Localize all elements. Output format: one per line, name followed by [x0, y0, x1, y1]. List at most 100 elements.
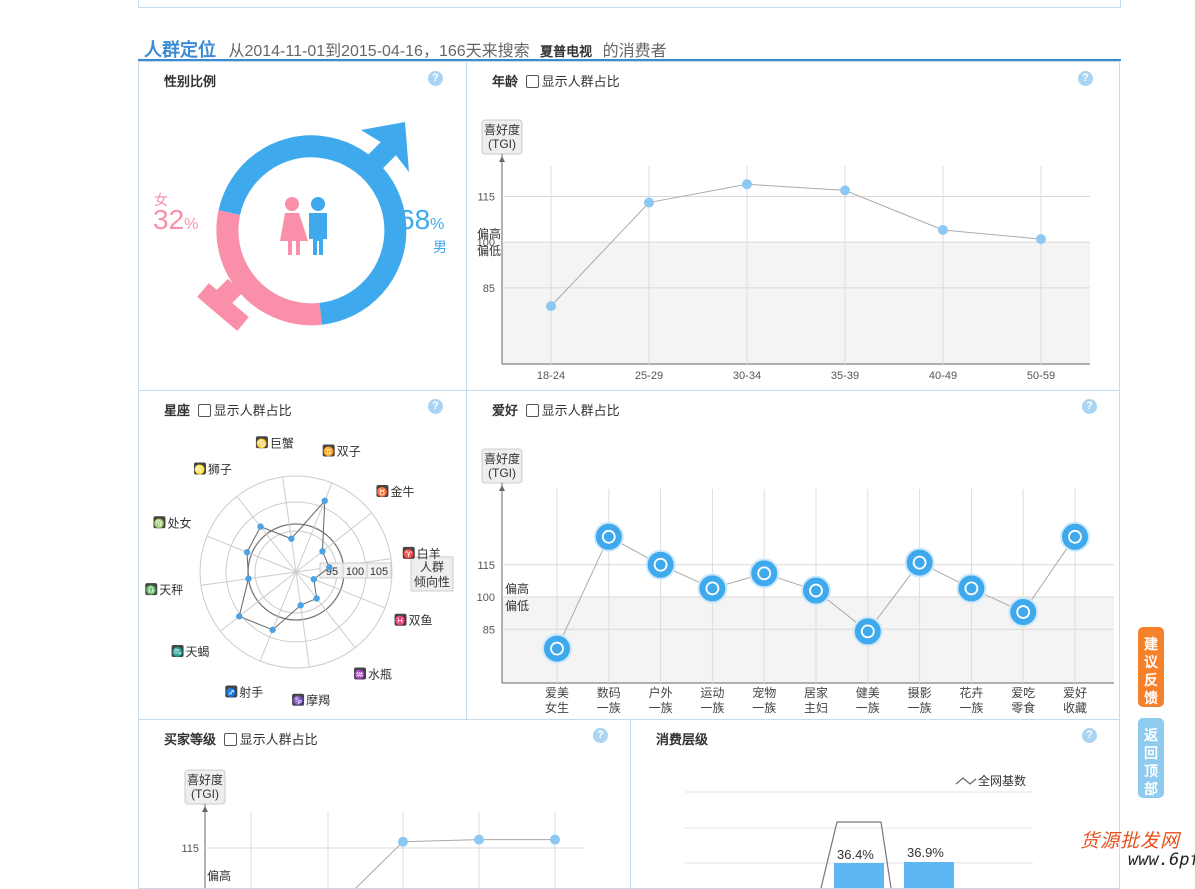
legend-line-icon [955, 777, 977, 785]
radar-series-line [238, 499, 330, 631]
constellation-radar-chart: 95 100 105 人群倾向性♈ 白羊♓ 双鱼♒ 水瓶♑ 摩羯♐ 射手♏ 天蝎♎ 天秤♍ 处女♌ 狮子… [145, 435, 454, 708]
y-tick-label: 115 [181, 843, 199, 855]
zodiac-glyph: ♉ [377, 486, 388, 497]
x-tick-label: 宠物 [752, 685, 776, 700]
age-data-point [546, 301, 556, 312]
zodiac-name: 水瓶 [368, 667, 392, 681]
x-tick-label: 40-49 [929, 370, 957, 382]
x-tick-label: 女生 [545, 700, 569, 715]
zodiac-label: ♈ 白羊 [402, 546, 441, 561]
section-suffix: 的消费者 [602, 43, 667, 60]
x-tick-label: 18-24 [537, 370, 565, 382]
section-heading: 人群定位 [144, 40, 216, 60]
male-label: 男 [433, 239, 447, 255]
buyer-level-panel: 买家等级 显示人群占比 ? 喜好度 (TGI) 115 偏高 [138, 719, 631, 889]
female-ring [216, 210, 322, 326]
x-tick-label: 50-59 [1027, 370, 1055, 382]
consumption-panel: 消费层级 ? 全网基数 36.4% 36.9% [630, 719, 1120, 889]
date-range-text: 从2014-11-01到2015-04-16，166天来搜索 [228, 43, 530, 60]
x-tick-label: 35-39 [831, 370, 859, 382]
zodiac-label: ♓ 双鱼 [394, 613, 433, 628]
zodiac-glyph: ♍ [154, 517, 165, 528]
zodiac-label: ♍ 处女 [153, 515, 191, 530]
feedback-label: 建议反馈 [1144, 636, 1158, 706]
consumption-chart [685, 777, 1033, 888]
buyer-data-point [474, 834, 484, 845]
zodiac-label: ♊ 双子 [322, 444, 361, 458]
low-label: 偏低 [505, 598, 529, 613]
age-data-point [840, 185, 850, 196]
zodiac-name: 处女 [167, 515, 191, 530]
y-tick-label: 115 [477, 191, 495, 203]
zodiac-name: 天秤 [159, 583, 183, 597]
x-tick-label: 摄影 [908, 685, 932, 700]
tgi-label: (TGI) [488, 137, 516, 151]
radar-data-point [257, 523, 264, 530]
zodiac-label: ♋ 巨蟹 [255, 435, 294, 450]
radar-spoke [259, 571, 297, 662]
zodiac-glyph: ♒ [354, 668, 365, 679]
male-percentage: 68% [399, 204, 444, 236]
male-figure-icon [309, 197, 327, 255]
x-tick-label: 30-34 [733, 370, 761, 382]
zodiac-name: 射手 [239, 685, 263, 700]
radar-axis-label: 人群 [420, 560, 444, 574]
zodiac-name: 摩羯 [306, 693, 330, 708]
bar-label: 36.9% [907, 845, 944, 860]
buyer-series-line [355, 839, 555, 888]
x-tick-label: 一族 [908, 701, 932, 715]
radar-ring-label: 105 [370, 566, 388, 578]
x-tick-label: 主妇 [804, 701, 828, 715]
x-tick-label: 户外 [649, 685, 673, 700]
radar-data-point [297, 602, 304, 609]
y-tick-label: 115 [477, 560, 495, 572]
back-to-top-button[interactable]: 返回顶部 [1138, 718, 1164, 798]
age-panel: 年龄 显示人群占比 ? 喜好度 (TGI) 85 100 115 偏高 偏低 18-24 25-… [466, 61, 1120, 391]
x-tick-label: 一族 [959, 701, 983, 715]
radar-data-point [269, 626, 276, 634]
zodiac-name: 白羊 [417, 546, 441, 561]
x-tick-label: 一族 [597, 701, 621, 715]
hobby-chart: 喜好度(TGI)85100115偏高偏低爱美女生数码一族户外一族运动一族宠物一族… [477, 448, 1114, 715]
zodiac-glyph: ♈ [403, 548, 414, 559]
zodiac-label: ♑ 摩羯 [292, 693, 330, 708]
male-value: 68 [399, 204, 431, 235]
tgi-label: 喜好度 [187, 772, 223, 787]
radar-data-point [288, 535, 295, 542]
radar-axis-label: 倾向性 [414, 574, 450, 589]
radar-data-point [319, 548, 326, 555]
buyer-level-chart: 喜好度(TGI) 115 偏高 [181, 769, 585, 888]
x-tick-label: 一族 [649, 701, 673, 715]
radar-data-point [310, 575, 318, 583]
zodiac-glyph: ♌ [194, 464, 205, 475]
previous-panel-frame [138, 0, 1121, 8]
zodiac-glyph: ♎ [146, 584, 157, 595]
gender-panel: 性别比例 ? 女 32% 68% 男 [138, 61, 467, 391]
y-tick-label: 85 [483, 283, 495, 295]
zodiac-name: 金牛 [390, 484, 414, 499]
consumption-legend: 全网基数 [978, 774, 1027, 788]
tgi-label: (TGI) [488, 466, 516, 480]
x-tick-label: 数码 [597, 685, 621, 700]
zodiac-label: ♐ 射手 [225, 685, 263, 700]
consumption-bar [834, 863, 884, 888]
search-keyword: 夏普电视 [540, 44, 593, 59]
high-label: 偏高 [505, 581, 529, 596]
x-tick-label: 爱美 [545, 686, 569, 700]
tgi-label: 喜好度 [484, 122, 520, 137]
flower-icon [956, 573, 987, 604]
x-tick-label: 健美 [856, 686, 880, 700]
age-data-point [644, 197, 654, 208]
x-tick-label: 收藏 [1063, 701, 1087, 715]
high-label: 偏高 [207, 868, 231, 883]
zodiac-label: ♏ 天蝎 [171, 645, 210, 659]
age-data-point [938, 224, 948, 235]
hobby-panel: 爱好 显示人群占比 ? 喜好度 (TGI) 85 100 115 偏高 偏低 爱美 女生 数码 一族… [466, 390, 1120, 720]
female-figure-icon [280, 197, 308, 255]
radar-data-point [243, 549, 251, 556]
zodiac-name: 狮子 [208, 463, 232, 477]
zodiac-label: ♒ 水瓶 [354, 667, 392, 681]
radar-data-point [321, 497, 328, 504]
feedback-button[interactable]: 建议反馈 [1138, 627, 1164, 707]
radar-spoke [206, 535, 297, 573]
